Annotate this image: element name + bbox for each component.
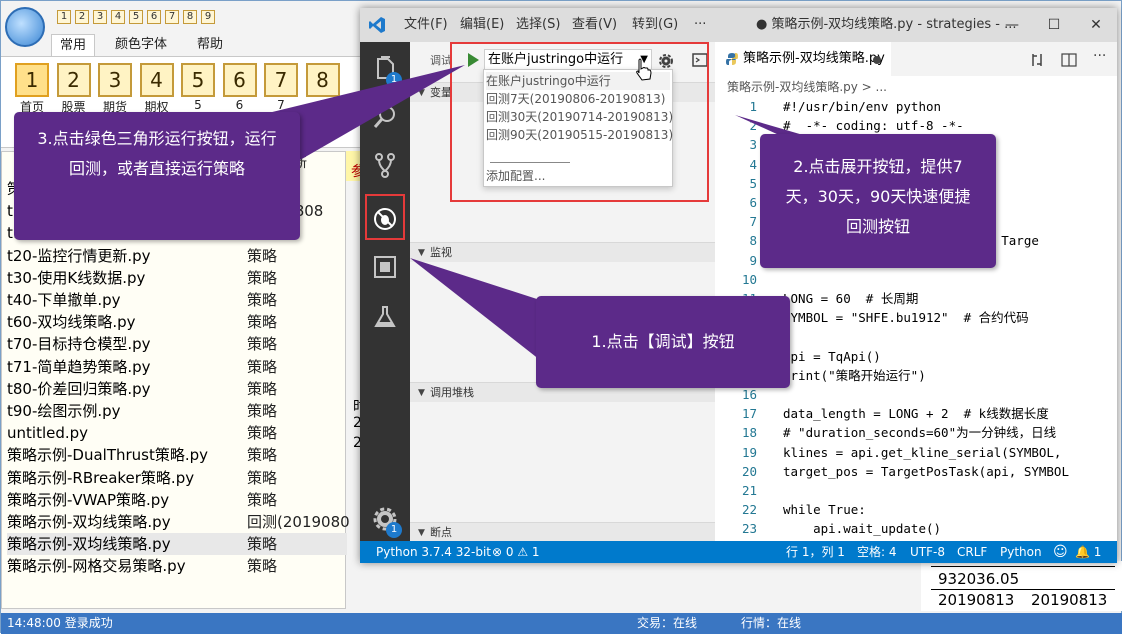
callout-step1: 1.点击【调试】按钮 xyxy=(536,296,790,388)
callout-step3: 3.点击绿色三角形运行按钮，运行回测，或者直接运行策略 xyxy=(14,112,300,240)
step1-pointer xyxy=(410,258,540,360)
callout-step2: 2.点击展开按钮，提供7天，30天，90天快速便捷回测按钮 xyxy=(760,134,996,268)
